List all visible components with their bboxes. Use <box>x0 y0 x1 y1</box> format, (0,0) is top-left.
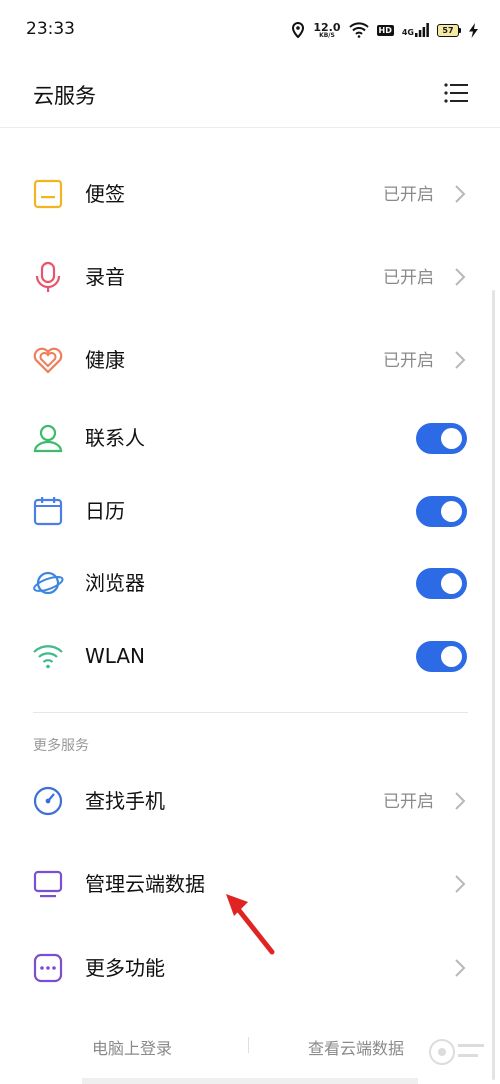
service-row-health[interactable]: 健康 已开启 <box>0 324 500 396</box>
chevron-right-icon <box>455 185 466 203</box>
service-label: 查找手机 <box>85 789 165 813</box>
chevron-right-icon <box>455 959 466 977</box>
note-icon <box>33 179 63 209</box>
contact-icon <box>33 424 63 453</box>
footer-bar <box>82 1078 418 1084</box>
network-speed-unit: KB/S <box>319 31 335 39</box>
location-icon <box>292 22 305 38</box>
service-label: 便签 <box>85 182 125 206</box>
network-type-label: 4G <box>401 28 414 37</box>
chevron-right-icon <box>455 268 466 286</box>
wifi-icon <box>33 645 63 669</box>
service-label: 录音 <box>85 265 125 289</box>
more-services-heading: 更多服务 <box>33 738 89 754</box>
page-title: 云服务 <box>33 84 96 108</box>
chevron-right-icon <box>455 875 466 893</box>
service-row-browser: 浏览器 <box>0 547 500 619</box>
service-label: 更多功能 <box>85 956 165 980</box>
chevron-right-icon <box>455 351 466 369</box>
service-row-find-phone[interactable]: 查找手机 已开启 <box>0 765 500 837</box>
service-label: WLAN <box>85 644 146 668</box>
microphone-icon <box>35 261 61 292</box>
heart-icon <box>33 347 63 374</box>
footer-separator <box>248 1037 249 1053</box>
hd-badge: HD <box>376 24 394 36</box>
browser-sync-toggle[interactable] <box>416 568 467 599</box>
network-speed: 12.0 KB/S <box>313 22 340 39</box>
signal-bars-icon <box>415 23 429 37</box>
service-row-calendar: 日历 <box>0 475 500 547</box>
service-label: 健康 <box>85 348 125 372</box>
list-menu-icon[interactable] <box>444 82 468 104</box>
more-dots-icon <box>33 953 63 983</box>
cellular-signal-icon: 4G <box>402 23 429 37</box>
chevron-right-icon <box>455 792 466 810</box>
header: 云服务 <box>0 60 500 128</box>
service-row-notes[interactable]: 便签 已开启 <box>0 158 500 230</box>
battery-icon: 57 <box>437 23 461 37</box>
service-label: 管理云端数据 <box>85 872 205 896</box>
service-row-wlan: WLAN <box>0 620 500 692</box>
service-row-recorder[interactable]: 录音 已开启 <box>0 241 500 313</box>
service-status: 已开启 <box>383 268 434 288</box>
service-label: 浏览器 <box>85 571 145 595</box>
service-row-contacts: 联系人 <box>0 402 500 474</box>
network-speed-value: 12.0 <box>313 20 341 34</box>
service-status: 已开启 <box>383 185 434 205</box>
calendar-icon <box>33 497 63 526</box>
section-divider <box>33 712 468 713</box>
service-label: 联系人 <box>85 426 145 450</box>
status-bar: 23:33 12.0 KB/S HD 4G 57 <box>0 0 500 60</box>
wifi-status-icon <box>348 22 369 38</box>
service-status: 已开启 <box>383 351 434 371</box>
service-label: 日历 <box>85 499 125 523</box>
monitor-icon <box>33 870 63 898</box>
browser-planet-icon <box>33 571 64 595</box>
battery-level: 57 <box>437 23 459 37</box>
view-cloud-data-link[interactable]: 查看云端数据 <box>308 1035 404 1059</box>
service-status: 已开启 <box>383 792 434 812</box>
contacts-sync-toggle[interactable] <box>416 423 467 454</box>
wlan-sync-toggle[interactable] <box>416 641 467 672</box>
watermark-icon <box>429 1039 484 1065</box>
find-phone-compass-icon <box>33 786 63 816</box>
charging-bolt-icon <box>469 22 478 38</box>
status-icons: 12.0 KB/S HD 4G 57 <box>291 18 478 42</box>
status-time: 23:33 <box>26 19 75 39</box>
annotation-arrow-icon <box>226 894 275 955</box>
pc-login-link[interactable]: 电脑上登录 <box>92 1035 172 1059</box>
calendar-sync-toggle[interactable] <box>416 496 467 527</box>
